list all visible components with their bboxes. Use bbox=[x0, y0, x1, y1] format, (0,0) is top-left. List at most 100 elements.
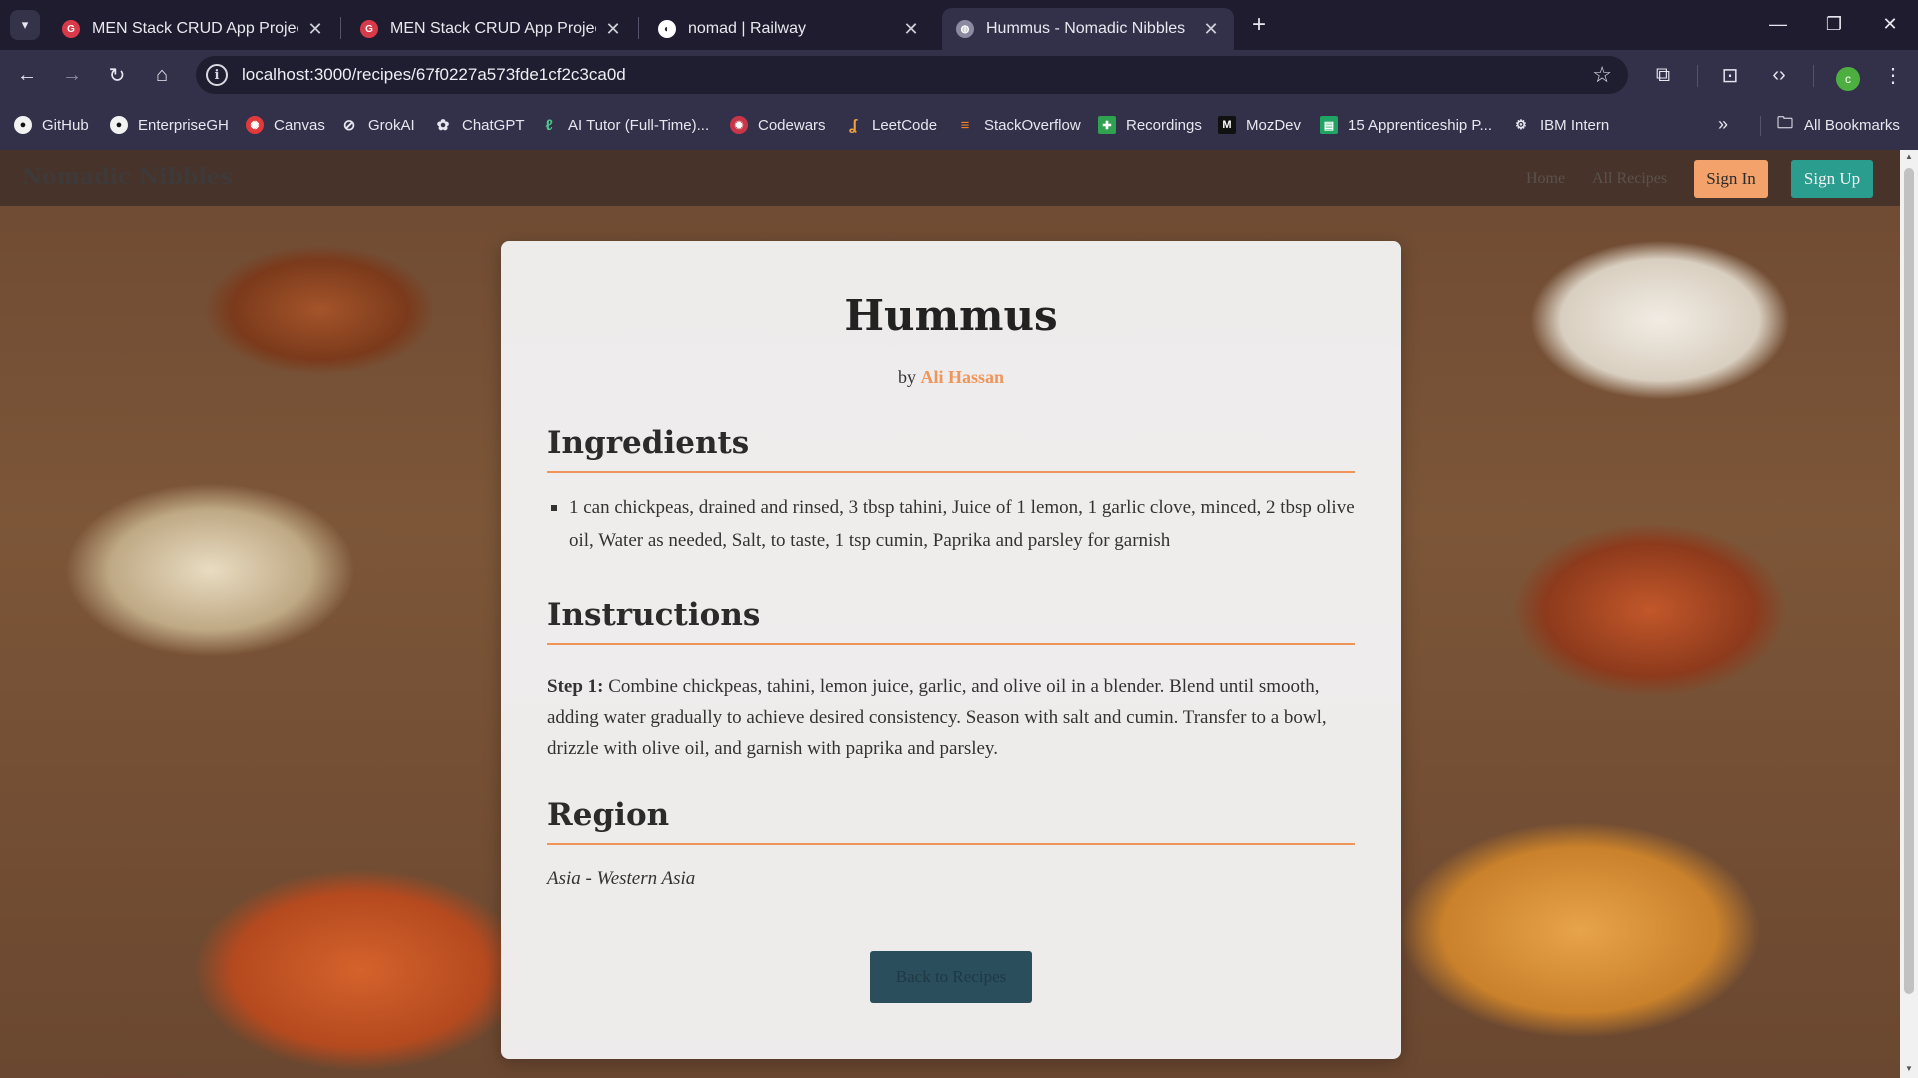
tab-search-button[interactable]: ▾ bbox=[10, 10, 40, 40]
browser-toolbar: ← → ↻ ⌂ i localhost:3000/recipes/67f0227… bbox=[0, 50, 1918, 100]
site-brand[interactable]: Nomadic Nibbles bbox=[22, 164, 233, 190]
toolbar-divider bbox=[1697, 65, 1698, 87]
screenshot-icon[interactable]: ⊡ bbox=[1713, 58, 1747, 92]
bookmark-star-icon[interactable]: ☆ bbox=[1592, 62, 1612, 88]
stackoverflow-icon: ≡ bbox=[960, 116, 970, 134]
nav-home-link[interactable]: Home bbox=[1526, 170, 1565, 188]
sign-in-button[interactable]: Sign In bbox=[1694, 160, 1768, 198]
profile-avatar[interactable]: c bbox=[1836, 67, 1860, 91]
chatgpt-icon: ✿ bbox=[436, 117, 450, 134]
back-arrow-icon[interactable]: ← bbox=[10, 58, 44, 92]
bookmark-label: IBM Intern bbox=[1540, 116, 1610, 134]
github-icon: ● bbox=[110, 116, 128, 134]
recordings-icon: ✚ bbox=[1098, 116, 1116, 134]
bookmark-label: AI Tutor (Full-Time)... bbox=[568, 116, 710, 134]
by-label: by bbox=[897, 367, 916, 387]
folder-icon: 🗀 bbox=[1776, 114, 1793, 132]
ingredients-heading: Ingredients bbox=[547, 425, 1355, 473]
instructions-heading: Instructions bbox=[547, 597, 1355, 645]
ga-icon: G bbox=[360, 20, 378, 38]
close-icon[interactable]: ✕ bbox=[306, 19, 324, 40]
close-icon[interactable]: ✕ bbox=[1202, 19, 1220, 40]
bookmark-label: ChatGPT bbox=[462, 116, 525, 134]
toolbar-divider bbox=[1813, 65, 1814, 87]
bookmarks-bar: ● GitHub ● EnterpriseGH ✺ Canvas ⊘ GrokAI ✿ C… bbox=[0, 100, 1918, 150]
instruction-step: Step 1: Combine chickpeas, tahini, lemon… bbox=[547, 671, 1355, 764]
region-value: Asia - Western Asia bbox=[547, 868, 696, 889]
bookmark-label: All Bookmarks bbox=[1804, 116, 1900, 134]
back-to-recipes-button[interactable]: Back to Recipes bbox=[870, 951, 1032, 1003]
close-window-button[interactable]: ✕ bbox=[1862, 6, 1918, 42]
author-name: Ali Hassan bbox=[920, 367, 1005, 387]
tab-men-stack-2[interactable]: G MEN Stack CRUD App Project Ju ✕ bbox=[346, 8, 636, 50]
nav-all-recipes-link[interactable]: All Recipes bbox=[1592, 170, 1667, 188]
bookmark-enterprisegh[interactable]: ● EnterpriseGH bbox=[110, 114, 229, 136]
leetcode-icon: ʆ bbox=[848, 116, 858, 134]
tab-men-stack-1[interactable]: G MEN Stack CRUD App Project R ✕ bbox=[48, 8, 338, 50]
scrollbar-thumb[interactable] bbox=[1904, 168, 1914, 994]
page-scrollbar[interactable]: ▲ ▼ bbox=[1900, 150, 1918, 1078]
grok-icon: ⊘ bbox=[342, 117, 356, 134]
address-bar[interactable]: i localhost:3000/recipes/67f0227a573fde1… bbox=[196, 56, 1628, 94]
ingredients-list: 1 can chickpeas, drained and rinsed, 3 t… bbox=[547, 491, 1355, 557]
tab-strip: ▾ G MEN Stack CRUD App Project R ✕ G MEN… bbox=[0, 0, 1918, 50]
forward-arrow-icon[interactable]: → bbox=[55, 58, 89, 92]
tab-railway[interactable]: ◐ nomad | Railway ✕ bbox=[644, 8, 934, 50]
recipe-byline: by Ali Hassan bbox=[501, 367, 1401, 388]
github-icon: ● bbox=[14, 116, 32, 134]
bookmark-mozdev[interactable]: M MozDev bbox=[1218, 114, 1301, 136]
new-tab-button[interactable]: + bbox=[1244, 10, 1274, 40]
bookmark-label: Codewars bbox=[758, 116, 826, 134]
tutor-icon: ℓ bbox=[545, 116, 553, 134]
tab-divider bbox=[638, 17, 639, 39]
bookmark-label: GrokAI bbox=[368, 116, 415, 134]
close-icon[interactable]: ✕ bbox=[604, 19, 622, 40]
home-icon[interactable]: ⌂ bbox=[145, 58, 179, 92]
tab-title: MEN Stack CRUD App Project Ju bbox=[390, 20, 596, 37]
bookmark-label: StackOverflow bbox=[984, 116, 1081, 134]
bookmark-canvas[interactable]: ✺ Canvas bbox=[246, 114, 325, 136]
restore-button[interactable]: ❐ bbox=[1806, 6, 1862, 42]
bookmark-github[interactable]: ● GitHub bbox=[14, 114, 89, 136]
bookmark-label: GitHub bbox=[42, 116, 89, 134]
tab-title: MEN Stack CRUD App Project R bbox=[92, 20, 298, 37]
bookmark-chatgpt[interactable]: ✿ ChatGPT bbox=[434, 114, 525, 136]
tab-divider bbox=[340, 17, 341, 39]
site-navbar: Nomadic Nibbles Home All Recipes Sign In… bbox=[0, 150, 1900, 206]
bookmark-stackoverflow[interactable]: ≡ StackOverflow bbox=[956, 114, 1081, 136]
chevron-right-icon[interactable]: » bbox=[1718, 114, 1728, 135]
list-item: 1 can chickpeas, drained and rinsed, 3 t… bbox=[547, 491, 1355, 557]
bookmark-leetcode[interactable]: ʆ LeetCode bbox=[844, 114, 937, 136]
ibm-icon: ⚙ bbox=[1515, 117, 1527, 132]
mozdev-icon: M bbox=[1218, 116, 1236, 134]
scroll-down-icon[interactable]: ▼ bbox=[1904, 1064, 1914, 1073]
step-label: Step 1: bbox=[547, 676, 604, 697]
devtools-icon[interactable]: ‹› bbox=[1762, 58, 1796, 92]
all-bookmarks-folder[interactable]: 🗀 All Bookmarks bbox=[1776, 114, 1900, 136]
extensions-icon[interactable]: ⧉ bbox=[1646, 58, 1680, 92]
bookmark-ai-tutor[interactable]: ℓ AI Tutor (Full-Time)... bbox=[540, 114, 709, 136]
bookmark-codewars[interactable]: ✹ Codewars bbox=[730, 114, 826, 136]
bookmark-recordings[interactable]: ✚ Recordings bbox=[1098, 114, 1202, 136]
bookmarks-divider bbox=[1760, 116, 1761, 136]
menu-kebab-icon[interactable]: ⋮ bbox=[1876, 58, 1910, 92]
region-heading: Region bbox=[547, 797, 1355, 845]
bookmark-apprenticeship[interactable]: ▤ 15 Apprenticeship P... bbox=[1320, 114, 1492, 136]
minimize-button[interactable]: — bbox=[1750, 6, 1806, 42]
tab-hummus-active[interactable]: ◍ Hummus - Nomadic Nibbles ✕ bbox=[942, 8, 1234, 50]
bookmark-label: MozDev bbox=[1246, 116, 1302, 134]
sheets-icon: ▤ bbox=[1320, 116, 1338, 134]
close-icon[interactable]: ✕ bbox=[902, 19, 920, 40]
recipe-title: Hummus bbox=[844, 291, 1058, 340]
bookmark-grokai[interactable]: ⊘ GrokAI bbox=[340, 114, 415, 136]
reload-icon[interactable]: ↻ bbox=[100, 58, 134, 92]
sign-up-button[interactable]: Sign Up bbox=[1791, 160, 1873, 198]
bookmark-label: LeetCode bbox=[872, 116, 938, 134]
bookmark-label: Recordings bbox=[1126, 116, 1202, 134]
scroll-up-icon[interactable]: ▲ bbox=[1904, 152, 1914, 161]
canvas-icon: ✺ bbox=[246, 116, 264, 134]
site-info-icon[interactable]: i bbox=[206, 64, 228, 86]
globe-icon: ◍ bbox=[956, 20, 974, 38]
bookmark-ibm-intern[interactable]: ⚙ IBM Intern bbox=[1512, 114, 1609, 136]
url-text[interactable]: localhost:3000/recipes/67f0227a573fde1cf… bbox=[242, 65, 626, 85]
